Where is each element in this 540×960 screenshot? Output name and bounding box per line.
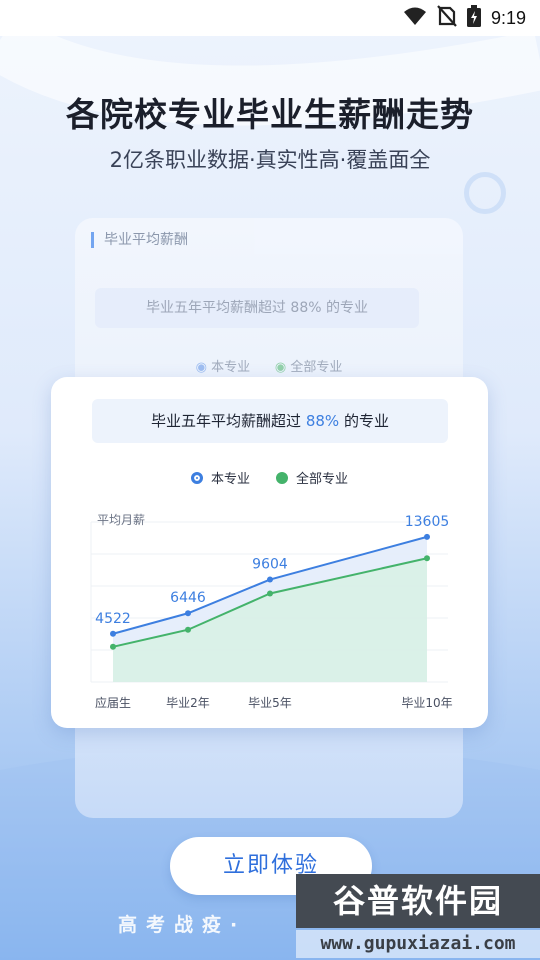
- point-major-2: [267, 576, 273, 583]
- point-major-1: [185, 610, 191, 617]
- back-legend-all: 全部专业: [290, 360, 343, 375]
- decorative-ring: [464, 172, 506, 214]
- page-subtitle: 2亿条职业数据·真实性高·覆盖面全: [109, 148, 431, 172]
- point-all-2: [267, 590, 273, 597]
- x-tick-label-3: 毕业10年: [401, 696, 452, 710]
- salary-card: 毕业五年平均薪酬超过 88% 的专业 本专业 全部专业 平均月薪 4522 6446…: [51, 377, 488, 728]
- footer-slogan: 高考战疫·: [118, 914, 247, 936]
- back-card-title: 毕业平均薪酬: [91, 232, 188, 248]
- back-card-legend: ◉ 本专业 ◉ 全部专业: [75, 356, 463, 375]
- back-legend-dot-major: ◉: [195, 360, 207, 375]
- x-tick-label-0: 应届生: [95, 695, 131, 710]
- salary-line-chart: 平均月薪 4522 6446 9604 13605 应届生 毕业2年 毕业5年 毕业10年: [90, 513, 453, 710]
- watermark-url: www.gupuxiazai.com: [296, 930, 540, 958]
- point-all-3: [424, 555, 430, 562]
- back-card-banner: 毕业五年平均薪酬超过 88% 的专业: [95, 288, 419, 328]
- y-axis-label: 平均月薪: [97, 513, 145, 527]
- back-legend-dot-all: ◉: [274, 360, 287, 375]
- point-major-0: [110, 630, 116, 637]
- watermark-title: 谷普软件园: [296, 874, 540, 928]
- data-label-major-0: 4522: [95, 611, 131, 627]
- point-all-1: [185, 626, 191, 633]
- point-major-3: [424, 533, 430, 540]
- page-title: 各院校专业毕业生薪酬走势: [66, 95, 474, 134]
- point-all-0: [110, 643, 116, 650]
- data-label-major-1: 6446: [170, 590, 206, 606]
- x-tick-label-2: 毕业5年: [248, 696, 292, 710]
- data-label-major-2: 9604: [252, 557, 288, 573]
- watermark: 谷普软件园 www.gupuxiazai.com: [296, 874, 540, 960]
- x-tick-label-1: 毕业2年: [166, 696, 210, 710]
- back-legend-major: 本专业: [211, 360, 251, 375]
- data-label-major-3: 13605: [405, 514, 450, 530]
